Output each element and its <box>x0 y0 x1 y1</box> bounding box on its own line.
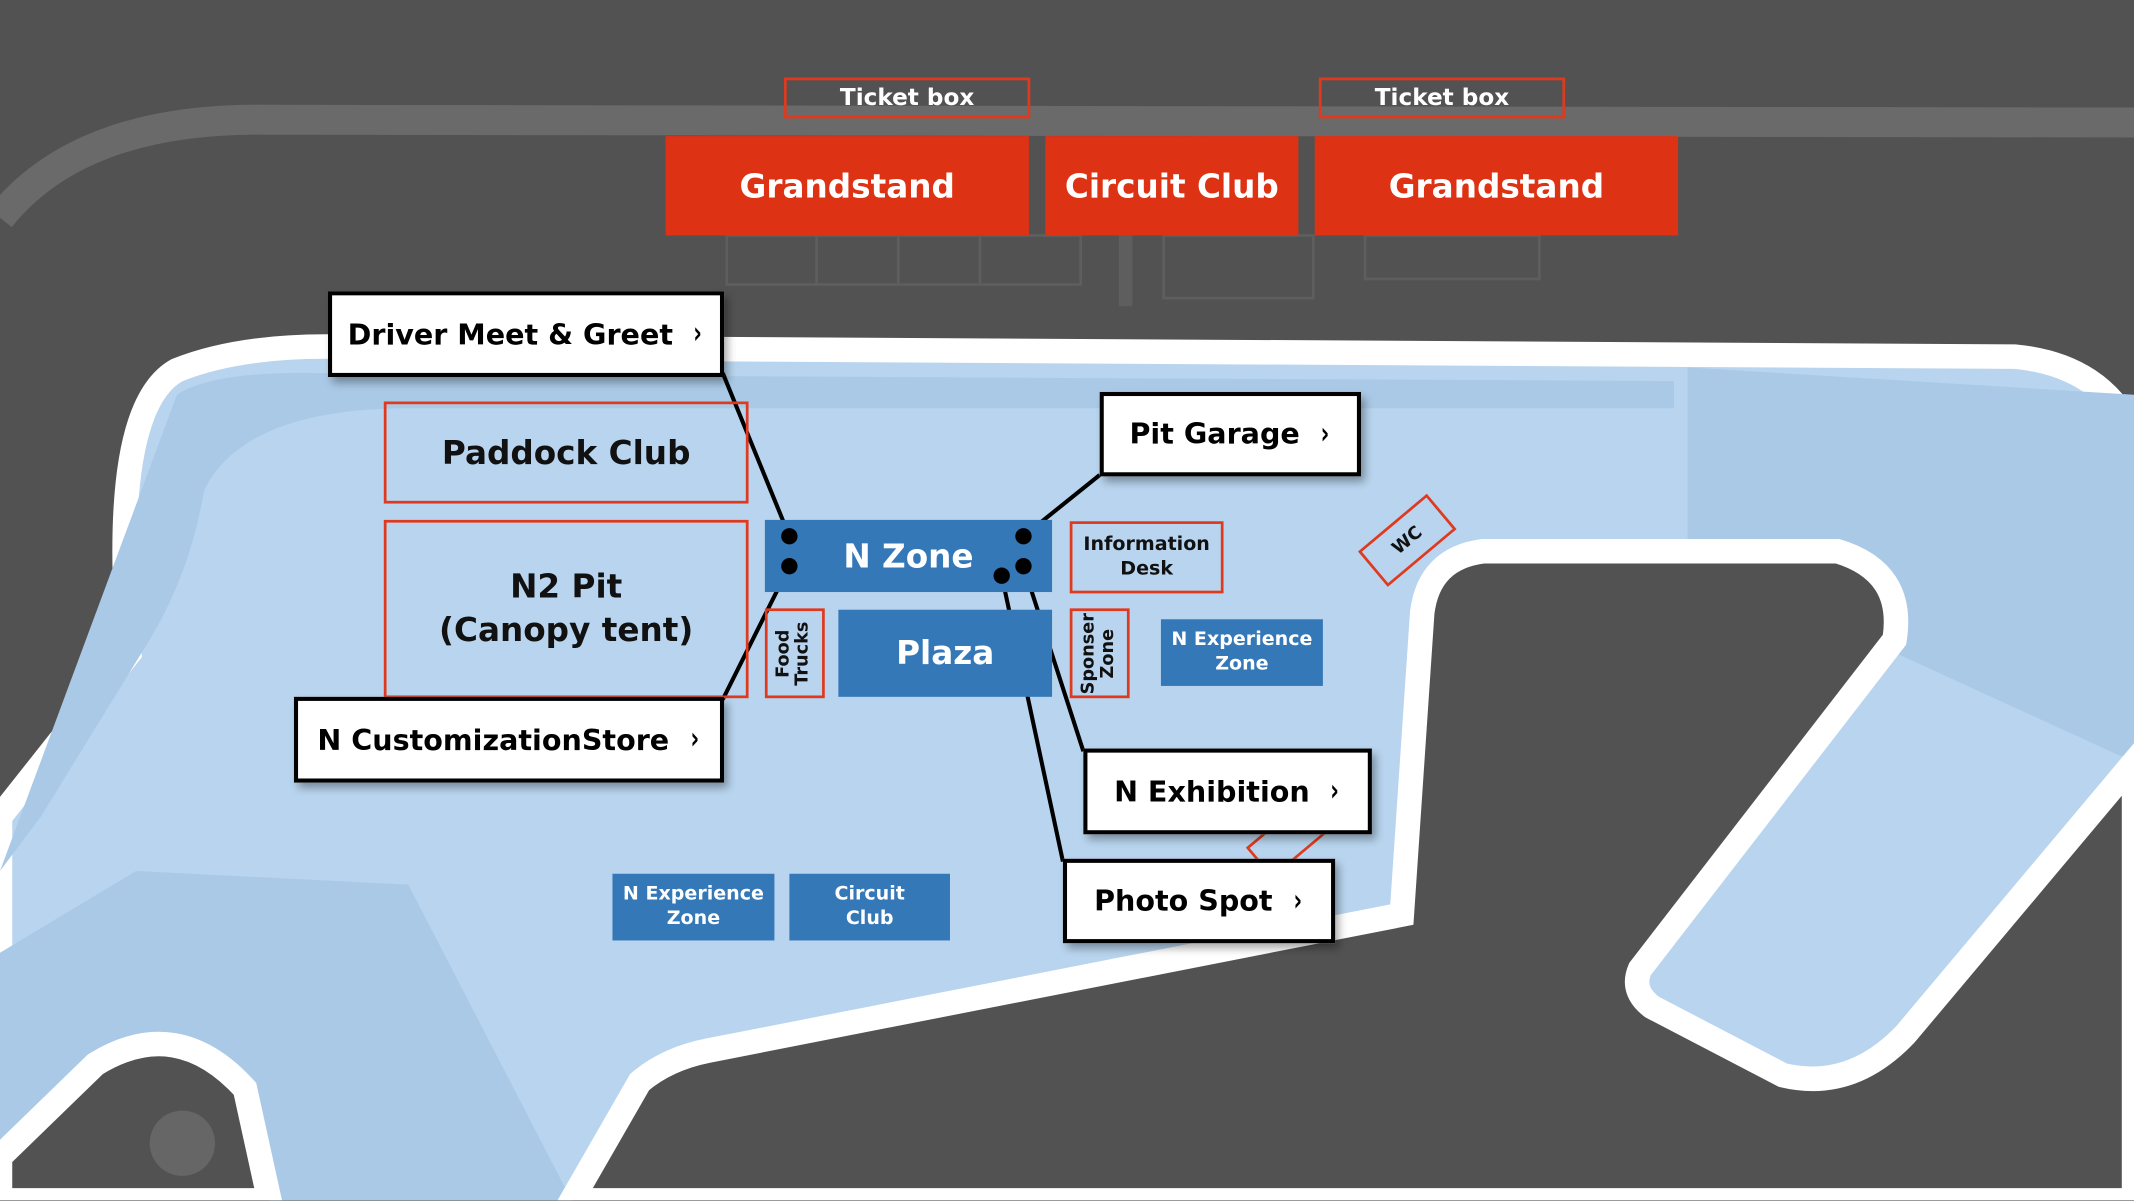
callout-label: N CustomizationStore <box>317 723 670 757</box>
pit-garage-button[interactable]: Pit Garage › <box>1099 391 1361 477</box>
callout-label: Photo Spot <box>1094 884 1273 918</box>
dot-driver-meet-greet <box>781 528 798 545</box>
n-exhibition-button[interactable]: N Exhibition › <box>1083 748 1372 835</box>
chevron-right-icon: › <box>690 722 699 757</box>
chevron-right-icon: › <box>1293 883 1303 918</box>
dot-n-exhibition <box>1015 558 1032 575</box>
callout-label: Driver Meet & Greet <box>347 317 673 351</box>
dot-pit-garage <box>1015 528 1032 545</box>
callout-label: Pit Garage <box>1129 417 1300 451</box>
n-customization-store-button[interactable]: N CustomizationStore › <box>293 696 725 783</box>
dot-n-customization-store <box>781 558 798 575</box>
photo-spot-button[interactable]: Photo Spot › <box>1062 858 1336 944</box>
driver-meet-greet-button[interactable]: Driver Meet & Greet › <box>328 291 725 377</box>
callout-label: N Exhibition <box>1114 775 1310 808</box>
chevron-right-icon: › <box>693 317 703 352</box>
chevron-right-icon: › <box>1330 774 1340 809</box>
dot-photo-spot <box>993 567 1010 584</box>
chevron-right-icon: › <box>1320 417 1330 452</box>
venue-map: Ticket box Ticket box Grandstand Circuit… <box>0 0 2134 1201</box>
callout-dots <box>781 528 1032 584</box>
